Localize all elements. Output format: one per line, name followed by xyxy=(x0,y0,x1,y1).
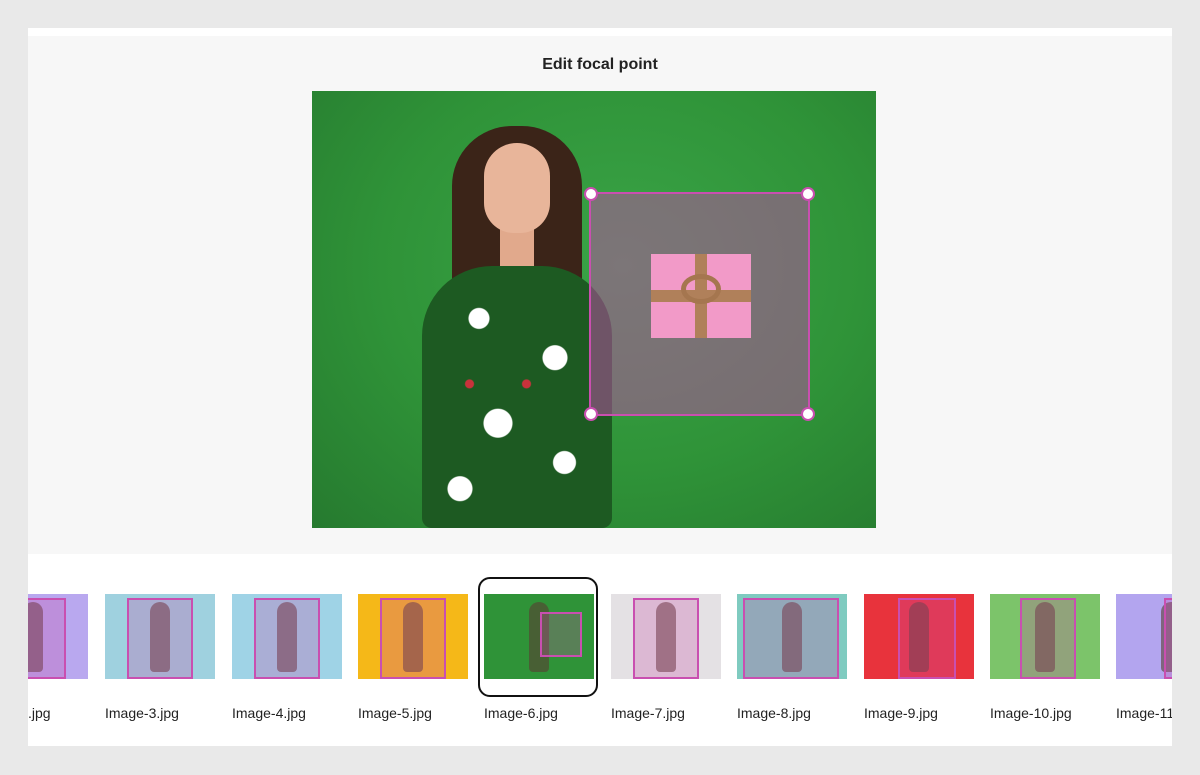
thumbnail-item[interactable]: .jpg xyxy=(28,594,88,721)
thumbnail-label: .jpg xyxy=(28,705,51,721)
focal-frame xyxy=(1020,598,1076,679)
resize-handle-top-left[interactable] xyxy=(584,187,598,201)
thumbnail-item[interactable]: Image-8.jpg xyxy=(737,594,847,721)
thumbnail-label: Image-9.jpg xyxy=(864,705,938,721)
thumbnail-label: Image-4.jpg xyxy=(232,705,306,721)
thumbnail-image xyxy=(28,594,88,679)
focal-frame xyxy=(1164,598,1172,679)
thumbnail-label: Image-11.jpg xyxy=(1116,705,1172,721)
focal-frame xyxy=(633,598,699,679)
focal-frame xyxy=(127,598,193,679)
thumbnail-item-selected[interactable]: Image-6.jpg xyxy=(484,594,594,721)
thumbnail-image xyxy=(990,594,1100,679)
thumbnail-image xyxy=(864,594,974,679)
thumbnail-image xyxy=(737,594,847,679)
thumbnail-image xyxy=(1116,594,1172,679)
focal-frame xyxy=(28,598,66,679)
thumbnail-label: Image-3.jpg xyxy=(105,705,179,721)
bow-shape xyxy=(681,274,721,304)
thumbnail-label: Image-6.jpg xyxy=(484,705,558,721)
focal-frame xyxy=(540,612,582,657)
focal-point-box[interactable] xyxy=(584,187,815,421)
thumbnail-image xyxy=(105,594,215,679)
resize-handle-bottom-right[interactable] xyxy=(801,407,815,421)
resize-handle-bottom-left[interactable] xyxy=(584,407,598,421)
preview-stage: Edit focal point xyxy=(28,36,1172,554)
thumbnail-label: Image-8.jpg xyxy=(737,705,811,721)
focal-point-editor: Edit focal point .jpg Image-3.jpg Image-… xyxy=(28,28,1172,746)
thumbnail-image xyxy=(484,594,594,679)
thumbnail-image xyxy=(232,594,342,679)
thumbnail-item[interactable]: Image-3.jpg xyxy=(105,594,215,721)
thumbnail-item[interactable]: Image-4.jpg xyxy=(232,594,342,721)
thumbnail-item[interactable]: Image-5.jpg xyxy=(358,594,468,721)
person-dress xyxy=(422,266,612,528)
main-image[interactable] xyxy=(312,91,876,528)
person-face xyxy=(484,143,550,233)
thumbnail-label: Image-7.jpg xyxy=(611,705,685,721)
page-title: Edit focal point xyxy=(542,56,658,73)
thumbnail-label: Image-5.jpg xyxy=(358,705,432,721)
focal-frame xyxy=(254,598,320,679)
focal-frame xyxy=(898,598,956,679)
thumbnail-item[interactable]: Image-10.jpg xyxy=(990,594,1100,721)
resize-handle-top-right[interactable] xyxy=(801,187,815,201)
focal-frame xyxy=(380,598,446,679)
thumbnail-label: Image-10.jpg xyxy=(990,705,1072,721)
focal-frame xyxy=(743,598,839,679)
thumbnail-item[interactable]: Image-11.jpg xyxy=(1116,594,1172,721)
thumbnail-item[interactable]: Image-7.jpg xyxy=(611,594,721,721)
thumbnail-strip: .jpg Image-3.jpg Image-4.jpg Image-5.jpg xyxy=(28,560,1172,740)
thumbnail-item[interactable]: Image-9.jpg xyxy=(864,594,974,721)
thumbnail-image xyxy=(611,594,721,679)
thumbnail-image xyxy=(358,594,468,679)
gift-box-image xyxy=(651,254,751,338)
